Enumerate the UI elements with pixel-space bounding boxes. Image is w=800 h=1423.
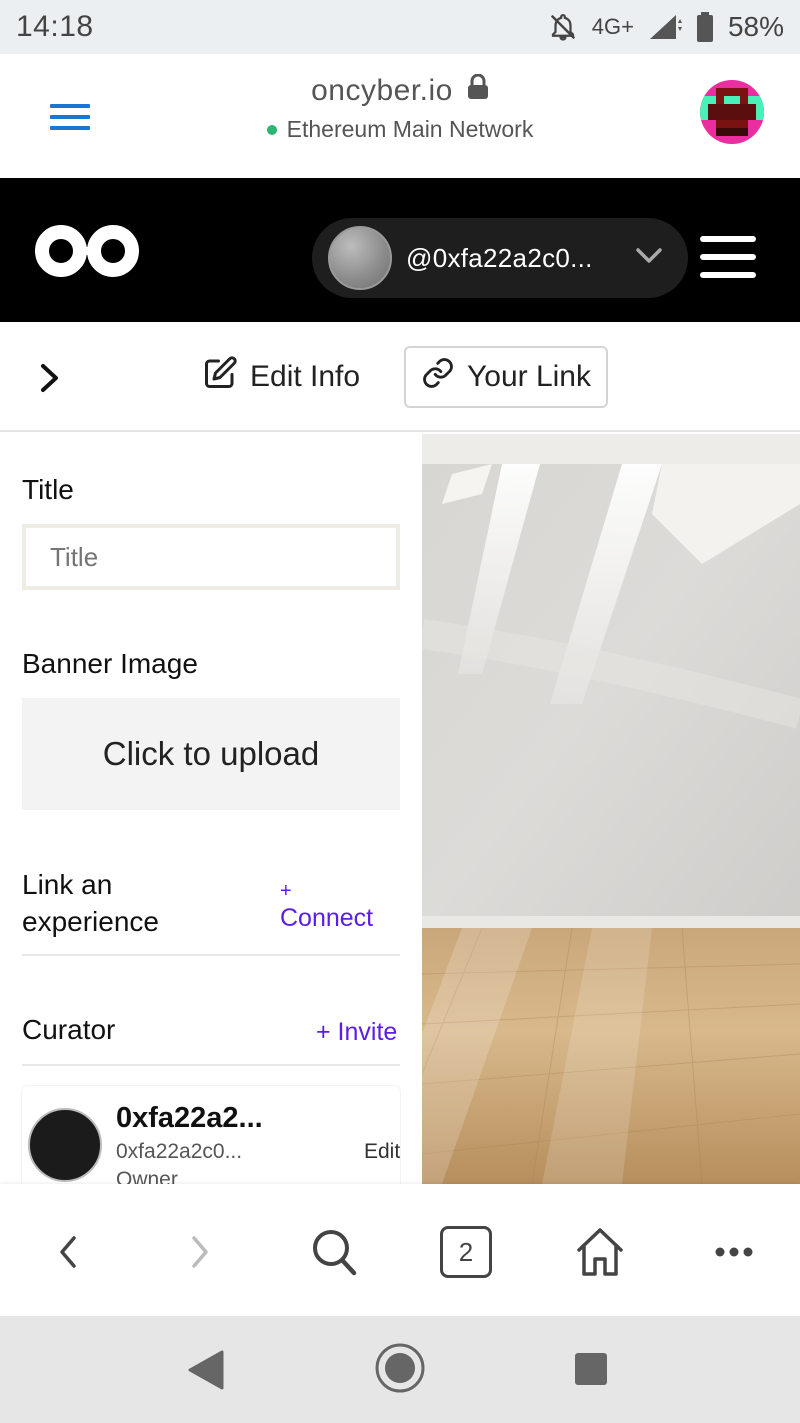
curator-label: Curator bbox=[22, 1014, 116, 1045]
search-icon[interactable] bbox=[306, 1222, 362, 1282]
status-bar: 14:18 4G+ 58% bbox=[0, 0, 800, 54]
edit-icon bbox=[202, 355, 238, 399]
network-label: Ethereum Main Network bbox=[286, 116, 534, 142]
more-icon[interactable] bbox=[712, 1222, 756, 1282]
tabs-icon[interactable]: 2 bbox=[438, 1222, 494, 1282]
title-input[interactable] bbox=[22, 524, 400, 590]
link-experience-label: Link an experience bbox=[22, 866, 222, 940]
battery-icon bbox=[696, 12, 714, 42]
room-preview[interactable] bbox=[422, 434, 800, 1184]
home-icon[interactable] bbox=[570, 1222, 630, 1282]
browser-address-bar: oncyber.io Ethereum Main Network bbox=[0, 54, 800, 178]
hamburger-icon[interactable] bbox=[50, 104, 90, 130]
link-experience-line1: Link an bbox=[22, 869, 113, 900]
banner-upload-button[interactable]: Click to upload bbox=[22, 698, 400, 810]
divider bbox=[22, 954, 400, 956]
your-link-button[interactable]: Your Link bbox=[404, 346, 608, 408]
android-recents-icon[interactable] bbox=[574, 1352, 608, 1391]
status-time: 14:18 bbox=[16, 10, 94, 43]
account-selector[interactable]: @0xfa22a2c0... bbox=[312, 218, 688, 298]
battery-level: 58% bbox=[727, 11, 784, 42]
app-header: @0xfa22a2c0... bbox=[0, 178, 800, 322]
network-status-dot bbox=[266, 124, 277, 135]
oncyber-logo[interactable] bbox=[34, 224, 140, 278]
android-back-icon[interactable] bbox=[188, 1350, 224, 1395]
your-link-label: Your Link bbox=[467, 360, 591, 393]
account-name: @0xfa22a2c0... bbox=[406, 242, 593, 273]
curator-role: Owner bbox=[116, 1168, 178, 1184]
curator-name: 0xfa22a2... bbox=[116, 1102, 263, 1134]
link-experience-line2: experience bbox=[22, 906, 159, 937]
browser-bottom-nav: 2 bbox=[0, 1184, 800, 1316]
link-icon bbox=[421, 356, 455, 398]
title-label: Title bbox=[22, 474, 74, 505]
domain-text: oncyber.io bbox=[311, 74, 453, 107]
chevron-down-icon bbox=[636, 247, 662, 269]
edit-info-button[interactable]: Edit Info bbox=[202, 352, 360, 402]
curator-avatar bbox=[28, 1108, 102, 1182]
url-box[interactable]: oncyber.io Ethereum Main Network bbox=[200, 73, 600, 143]
divider bbox=[22, 1064, 400, 1066]
avatar[interactable] bbox=[700, 80, 764, 144]
info-panel: Title Banner Image Click to upload Link … bbox=[0, 434, 422, 1184]
chevron-right-icon[interactable] bbox=[38, 362, 62, 399]
android-home-icon[interactable] bbox=[374, 1342, 426, 1399]
editor-toolbar: Edit Info Your Link bbox=[0, 322, 800, 432]
network-type: 4G+ bbox=[591, 14, 634, 39]
edit-info-label: Edit Info bbox=[250, 360, 361, 393]
connect-plus: + bbox=[280, 880, 292, 902]
menu-icon[interactable] bbox=[700, 236, 756, 280]
account-avatar bbox=[328, 226, 392, 290]
banner-image-label: Banner Image bbox=[22, 648, 198, 679]
android-nav-bar bbox=[0, 1316, 800, 1423]
curator-card: 0xfa22a2... 0xfa22a2c0... Owner Edit bbox=[22, 1086, 400, 1184]
bell-off-icon bbox=[548, 12, 578, 42]
upload-label: Click to upload bbox=[102, 735, 320, 772]
curator-address: 0xfa22a2c0... bbox=[116, 1140, 243, 1163]
connect-button[interactable]: + Connect bbox=[280, 880, 373, 934]
curator-edit-button[interactable]: Edit bbox=[364, 1140, 400, 1164]
tab-count: 2 bbox=[440, 1226, 492, 1278]
lock-icon bbox=[467, 73, 489, 108]
status-icons: 4G+ 58% bbox=[548, 11, 784, 43]
forward-icon[interactable] bbox=[182, 1222, 218, 1282]
invite-button[interactable]: + Invite bbox=[316, 1018, 397, 1047]
signal-icon bbox=[648, 13, 682, 41]
connect-label: Connect bbox=[280, 904, 374, 932]
back-icon[interactable] bbox=[50, 1222, 86, 1282]
